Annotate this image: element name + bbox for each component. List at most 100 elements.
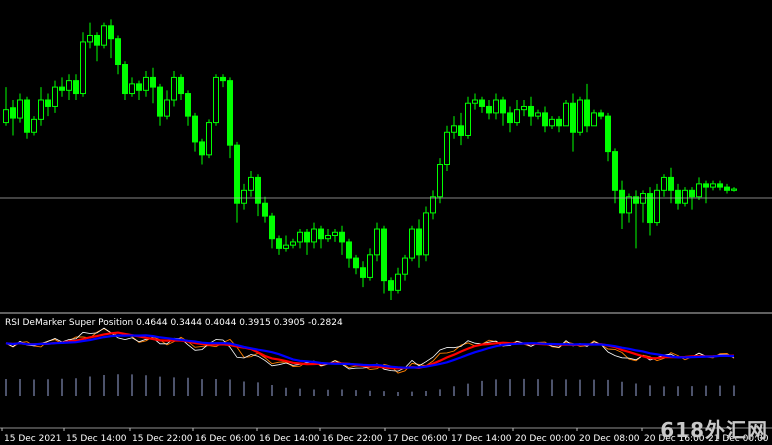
- candle-body: [556, 118, 562, 127]
- candle-body: [360, 267, 366, 278]
- candle-body: [185, 93, 191, 117]
- candle-body: [227, 80, 233, 146]
- candle-body: [297, 231, 303, 243]
- indicator-pane[interactable]: [5, 327, 735, 396]
- candle-body: [339, 231, 345, 243]
- candle-body: [136, 83, 142, 91]
- candle-body: [213, 76, 219, 124]
- candle-body: [654, 189, 660, 224]
- x-tick-label: 16 Dec 06:00: [195, 434, 256, 444]
- watermark-logo: 618外汇网: [660, 418, 768, 442]
- candle-body: [234, 144, 240, 204]
- candle-body: [612, 151, 618, 191]
- indicator-value-3: 0.4044: [204, 318, 237, 328]
- candle-body: [591, 112, 597, 127]
- candle-body: [661, 176, 667, 191]
- candle-body: [283, 244, 289, 249]
- candle-body: [451, 125, 457, 133]
- candle-body: [416, 228, 422, 256]
- candle-body: [535, 112, 541, 117]
- candle-body: [346, 241, 352, 259]
- candle-body: [402, 257, 408, 275]
- candle-body: [353, 257, 359, 269]
- candle-body: [472, 99, 478, 104]
- candle-body: [241, 189, 247, 204]
- candle-body: [640, 193, 646, 204]
- candle-body: [717, 183, 723, 188]
- candle-body: [17, 99, 23, 119]
- candle-body: [507, 112, 513, 124]
- candle-body: [409, 228, 415, 259]
- x-tick-label: 17 Dec 14:00: [451, 434, 512, 444]
- indicator-label: RSI DeMarker Super Position 0.4644 0.344…: [5, 318, 343, 328]
- indicator-name: RSI DeMarker Super Position: [5, 318, 134, 328]
- candle-body: [311, 228, 317, 243]
- candle-body: [199, 141, 205, 156]
- candle-body: [129, 83, 135, 95]
- candle-body: [710, 183, 716, 188]
- candle-body: [276, 238, 282, 249]
- indicator-value-1: 0.4644: [136, 318, 168, 328]
- candle-body: [465, 102, 471, 136]
- candle-body: [619, 189, 625, 214]
- candle-body: [486, 105, 492, 114]
- x-tick-label: 16 Dec 22:00: [322, 434, 383, 444]
- candle-body: [269, 215, 275, 240]
- candle-body: [528, 105, 534, 117]
- chart-canvas[interactable]: 15 Dec 2021 15 Dec 14:00 15 Dec 22:00 16 De…: [0, 0, 772, 445]
- candle-body: [479, 99, 485, 107]
- candle-body: [31, 118, 37, 133]
- candle-body: [423, 212, 429, 256]
- candle-body: [563, 102, 569, 127]
- x-tick-label: 15 Dec 14:00: [66, 434, 127, 444]
- candle-body: [220, 76, 226, 82]
- candle-body: [52, 86, 58, 107]
- candle-body: [318, 228, 324, 240]
- candle-body: [682, 189, 688, 204]
- indicator-value-6: -0.2824: [307, 318, 343, 328]
- indicator-value-5: 0.3905: [273, 318, 306, 328]
- candle-body: [430, 196, 436, 214]
- candle-body: [689, 189, 695, 198]
- candle-body: [703, 183, 709, 188]
- candle-body: [696, 183, 702, 198]
- candle-body: [325, 234, 331, 240]
- candle-body: [570, 102, 576, 133]
- candle-body: [66, 80, 72, 91]
- candle-body: [143, 76, 149, 91]
- candle-body: [500, 99, 506, 114]
- candle-body: [255, 176, 261, 204]
- x-tick-label: 15 Dec 2021: [4, 434, 62, 444]
- candle-body: [549, 118, 555, 127]
- x-tick-label: 17 Dec 06:00: [387, 434, 448, 444]
- candle-body: [192, 115, 198, 143]
- candle-body: [157, 86, 163, 117]
- candle-body: [521, 105, 527, 111]
- candle-body: [115, 38, 121, 66]
- candle-body: [493, 99, 499, 114]
- indicator-value-2: 0.3444: [170, 318, 202, 328]
- candle-body: [10, 107, 16, 119]
- candle-body: [626, 196, 632, 214]
- x-tick-label: 15 Dec 22:00: [132, 434, 193, 444]
- candle-body: [724, 186, 730, 191]
- x-tick-label: 20 Dec 08:00: [579, 434, 640, 444]
- candle-body: [171, 76, 177, 101]
- candle-body: [374, 228, 380, 256]
- candle-body: [668, 176, 674, 191]
- time-axis: 15 Dec 2021 15 Dec 14:00 15 Dec 22:00 16 De…: [1, 428, 769, 444]
- price-pane[interactable]: [3, 19, 737, 300]
- candle-body: [332, 231, 338, 236]
- candle-body: [87, 34, 93, 43]
- candle-body: [122, 64, 128, 95]
- candle-body: [437, 164, 443, 198]
- candle-body: [45, 99, 51, 107]
- candle-body: [73, 80, 79, 95]
- candle-body: [290, 241, 296, 246]
- candle-body: [395, 273, 401, 291]
- candle-body: [598, 112, 604, 117]
- candle-body: [577, 99, 583, 133]
- ma-red-line: [5, 331, 735, 370]
- candle-body: [108, 25, 114, 40]
- candle-body: [164, 99, 170, 117]
